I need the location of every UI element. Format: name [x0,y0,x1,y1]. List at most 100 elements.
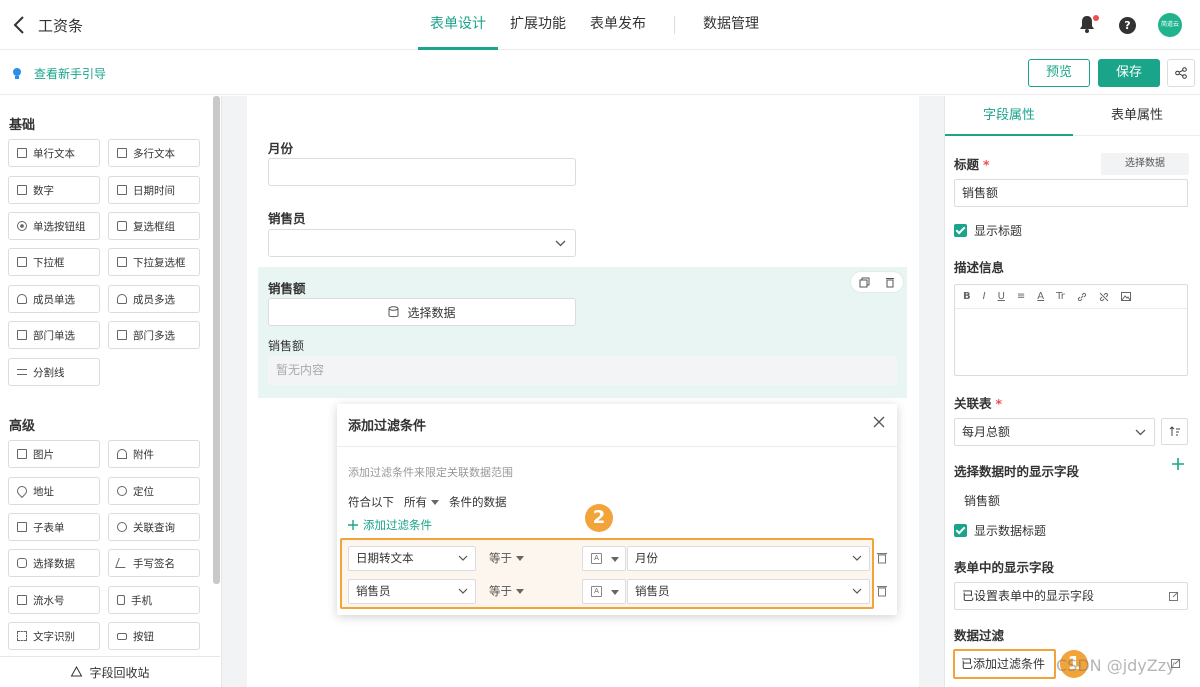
close-icon[interactable] [873,416,885,428]
link-icon[interactable] [1077,292,1087,302]
comp-dept-single[interactable]: 部门单选 [8,321,100,349]
checkbox-icon [117,221,127,231]
comp-address[interactable]: 地址 [8,477,100,505]
comp-dropdown[interactable]: 下拉框 [8,248,100,276]
condition-2-type-select[interactable]: A [582,579,626,604]
image-icon [17,449,27,459]
month-input[interactable] [268,158,576,186]
prop-form-display-label: 表单中的显示字段 [954,560,1055,575]
comp-image[interactable]: 图片 [8,440,100,468]
comp-dropdown-multi[interactable]: 下拉复选框 [108,248,200,276]
tab-form-properties[interactable]: 表单属性 [1073,96,1200,136]
subfield-label-sales: 销售额 [268,339,305,353]
text-format-icon[interactable]: Tr [1056,291,1065,302]
avatar[interactable]: 简道云 [1158,13,1182,37]
tab-divider [674,16,675,34]
comp-member-single[interactable]: 成员单选 [8,285,100,313]
subform-icon [17,522,27,532]
component-scrollbar[interactable] [213,96,220,584]
textarea-icon [117,148,127,158]
italic-icon[interactable]: I [983,291,986,302]
font-color-icon[interactable]: A [1037,291,1044,302]
link-table-select[interactable]: 每月总额 [954,418,1155,446]
tab-field-properties[interactable]: 字段属性 [945,96,1073,136]
prop-title-input[interactable]: 销售额 [954,179,1188,207]
show-title-checkbox[interactable]: 显示标题 [954,222,1022,239]
comp-datetime[interactable]: 日期时间 [108,176,200,204]
comp-single-line[interactable]: 单行文本 [8,139,100,167]
bell-icon[interactable] [1079,15,1099,35]
sort-icon [1169,426,1180,436]
dropdown-multi-icon [117,257,127,267]
display-field-value: 销售额 [964,494,1001,508]
insert-image-icon[interactable] [1120,292,1131,301]
add-filter-button[interactable]: 添加过滤条件 [348,517,432,533]
copy-icon[interactable] [859,277,870,288]
prop-link-table-label: 关联表 * [954,396,1003,411]
recycle-bin-button[interactable]: 字段回收站 [0,656,220,687]
comp-dept-multi[interactable]: 部门多选 [108,321,200,349]
chevron-down-icon [458,555,468,561]
condition-1-value-select[interactable]: 月份 [627,546,870,571]
save-button[interactable]: 保存 [1098,59,1160,87]
condition-1-field-select[interactable]: 日期转文本 [348,546,476,571]
top-bar: 工资条 表单设计 扩展功能 表单发布 数据管理 ? 简道云 [0,0,1200,50]
properties-panel: 字段属性 表单属性 标题 * 选择数据 销售额 显示标题 描述信息 B I U ≡… [944,96,1200,687]
comp-subform[interactable]: 子表单 [8,513,100,541]
salesperson-select[interactable] [268,229,576,257]
underline-icon[interactable]: U [998,291,1005,302]
comp-divider[interactable]: 分割线 [8,358,100,386]
field-label-salesperson: 销售员 [268,211,306,226]
help-icon[interactable]: ? [1119,16,1136,34]
database-icon [17,558,27,568]
tab-form-design[interactable]: 表单设计 [418,0,498,50]
guide-label: 查看新手引导 [34,67,107,81]
preview-button[interactable]: 预览 [1028,59,1090,87]
comp-locate[interactable]: 定位 [108,477,200,505]
bold-icon[interactable]: B [963,291,971,302]
comp-multi-line[interactable]: 多行文本 [108,139,200,167]
share-button[interactable] [1167,59,1195,87]
tab-data-management[interactable]: 数据管理 [691,0,771,50]
edit-icon[interactable] [1169,591,1179,601]
comp-signature[interactable]: 手写签名 [108,549,200,577]
comp-radio-group[interactable]: 单选按钮组 [8,212,100,240]
select-data-button[interactable]: 选择数据 [268,298,576,326]
condition-1-delete-icon[interactable] [877,552,887,564]
align-icon[interactable]: ≡ [1017,291,1025,302]
description-editor[interactable]: B I U ≡ A Tr [954,284,1188,376]
data-filter-input[interactable]: 已添加过滤条件 [953,649,1056,679]
condition-2-value-select[interactable]: 销售员 [627,579,870,604]
tab-publish[interactable]: 表单发布 [578,0,658,50]
location-pin-icon [14,483,30,499]
pen-icon [115,558,129,568]
prop-select-data-button[interactable]: 选择数据 [1101,153,1189,175]
add-display-field-icon[interactable] [1171,457,1185,471]
comp-checkbox-group[interactable]: 复选框组 [108,212,200,240]
condition-2-operator[interactable]: 等于 [489,583,524,599]
back-chevron-icon[interactable] [10,13,30,37]
comp-number[interactable]: 数字 [8,176,100,204]
comp-related-query[interactable]: 关联查询 [108,513,200,541]
comp-phone[interactable]: 手机 [108,586,200,614]
prop-desc-label: 描述信息 [954,260,1005,275]
condition-1-type-select[interactable]: A [582,546,626,571]
guide-link[interactable]: 查看新手引导 [12,65,106,82]
comp-serial-number[interactable]: 流水号 [8,586,100,614]
comp-ocr[interactable]: 文字识别 [8,622,100,650]
comp-attachment[interactable]: 附件 [108,440,200,468]
condition-1-operator[interactable]: 等于 [489,550,524,566]
show-data-title-checkbox[interactable]: 显示数据标题 [954,522,1046,539]
match-mode-select[interactable]: 所有 [404,494,439,510]
form-display-field-input[interactable]: 已设置表单中的显示字段 [954,582,1188,610]
comp-member-multi[interactable]: 成员多选 [108,285,200,313]
delete-icon[interactable] [885,277,895,288]
unlink-icon[interactable] [1099,292,1109,302]
tab-extensions[interactable]: 扩展功能 [498,0,578,50]
comp-select-data[interactable]: 选择数据 [8,549,100,577]
condition-2-field-select[interactable]: 销售员 [348,579,476,604]
comp-button[interactable]: 按钮 [108,622,200,650]
sort-button[interactable] [1161,418,1188,445]
recycle-icon [71,666,83,677]
condition-2-delete-icon[interactable] [877,585,887,597]
